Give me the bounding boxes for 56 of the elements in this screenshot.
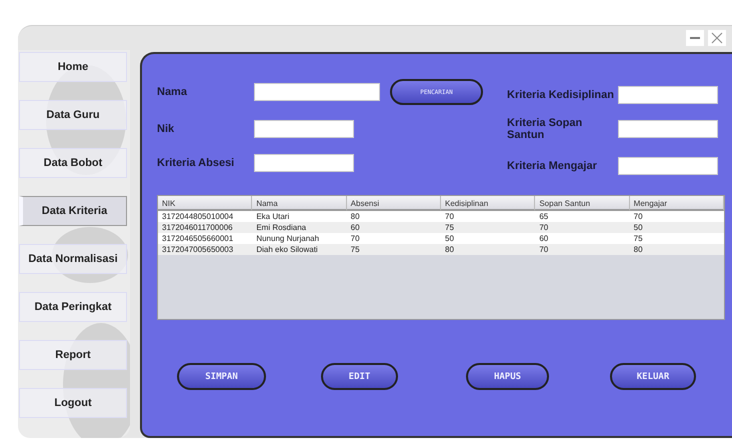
field-label: Kriteria Mengajar <box>507 160 598 172</box>
table-cell: 3172046011700006 <box>158 222 252 233</box>
field-label: Kriteria Absesi <box>157 157 236 169</box>
input-field[interactable] <box>254 120 354 138</box>
sidebar-item[interactable]: Data Normalisasi <box>19 244 127 274</box>
table-cell: 3172047005650003 <box>158 244 252 255</box>
sidebar-item[interactable]: Data Peringkat <box>19 292 127 322</box>
input-field[interactable] <box>618 120 718 138</box>
table-cell: 50 <box>630 222 724 233</box>
table-cell: 60 <box>346 222 441 233</box>
input-field[interactable] <box>254 154 354 172</box>
table-cell: 70 <box>535 244 630 255</box>
field-label: Nama <box>157 86 188 98</box>
table-cell: 70 <box>535 222 630 233</box>
table-cell: Nunung Nurjanah <box>252 233 347 244</box>
sidebar-item[interactable]: Data Kriteria <box>19 196 127 226</box>
table-cell: 80 <box>630 244 724 255</box>
sidebar-item[interactable]: Data Guru <box>19 100 127 130</box>
table-cell: Eka Utari <box>252 211 347 222</box>
column-header[interactable]: NIK <box>158 196 252 211</box>
table-cell: 75 <box>346 244 441 255</box>
table-cell: 75 <box>441 222 536 233</box>
action-button[interactable]: EDIT <box>321 363 398 390</box>
field-label: Kriteria Sopan Santun <box>507 117 584 141</box>
table-cell: Diah eko Silowati <box>252 244 347 255</box>
table-cell: 60 <box>535 233 630 244</box>
table-cell: Emi Rosdiana <box>252 222 347 233</box>
table-cell: 65 <box>535 211 630 222</box>
column-header[interactable]: Nama <box>252 196 347 211</box>
input-field[interactable] <box>618 86 718 104</box>
action-button[interactable]: SIMPAN <box>177 363 266 390</box>
table-cell: 70 <box>346 233 441 244</box>
column-header[interactable]: Absensi <box>346 196 441 211</box>
field-label: Kriteria Kedisiplinan <box>507 89 615 101</box>
table-cell: 80 <box>441 244 536 255</box>
sidebar-item[interactable]: Data Bobot <box>19 148 127 178</box>
column-header[interactable]: Kedisiplinan <box>441 196 536 211</box>
input-field[interactable] <box>254 83 380 101</box>
sidebar-item[interactable]: Home <box>19 52 127 82</box>
sidebar-item[interactable]: Logout <box>19 388 127 418</box>
input-field[interactable] <box>618 157 718 175</box>
table-cell: 3172046505660001 <box>158 233 252 244</box>
minimize-icon[interactable] <box>686 30 704 46</box>
field-label: Nik <box>157 123 176 135</box>
action-button[interactable]: KELUAR <box>610 363 696 390</box>
table-cell: 3172044805010004 <box>158 211 252 222</box>
column-header[interactable]: Mengajar <box>630 196 724 211</box>
close-icon[interactable] <box>708 30 726 46</box>
table-cell: 50 <box>441 233 536 244</box>
column-header[interactable]: Sopan Santun <box>535 196 630 211</box>
sidebar-item[interactable]: Report <box>19 340 127 370</box>
table-cell: 75 <box>630 233 724 244</box>
table-cell: 70 <box>441 211 536 222</box>
table-cell: 70 <box>630 211 724 222</box>
table-cell: 80 <box>346 211 441 222</box>
action-button[interactable]: HAPUS <box>466 363 549 390</box>
